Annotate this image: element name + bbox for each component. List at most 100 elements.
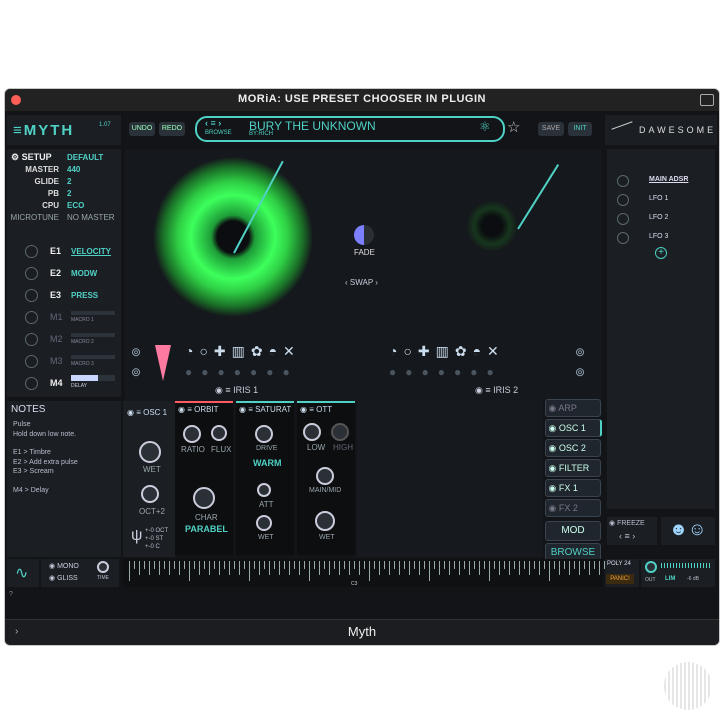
piano-key[interactable] <box>514 561 515 569</box>
piano-key[interactable] <box>489 561 490 581</box>
mainmid-knob[interactable] <box>316 467 334 485</box>
piano-key[interactable] <box>369 561 370 581</box>
swap-button[interactable]: ‹ SWAP › <box>345 278 378 287</box>
e2-source[interactable]: MODW <box>71 269 97 278</box>
osc-oct-knob[interactable] <box>141 485 159 503</box>
piano-key[interactable] <box>454 561 455 569</box>
osc-wet-knob[interactable] <box>139 441 161 463</box>
piano-key[interactable] <box>219 561 220 575</box>
osc-tune[interactable]: +-0 OCT +-0 ST +-0 C <box>145 527 168 551</box>
piano-key[interactable] <box>329 561 330 575</box>
preset-nav-icon[interactable]: ‹ ≡ › <box>205 118 221 128</box>
setup-value[interactable]: DEFAULT <box>67 153 103 162</box>
piano-key[interactable] <box>204 561 205 569</box>
piano-key[interactable] <box>364 561 365 569</box>
piano-key[interactable] <box>394 561 395 569</box>
piano-key[interactable] <box>184 561 185 569</box>
atom-icon[interactable]: ⚛ <box>479 119 491 135</box>
saturat-mode[interactable]: WARM <box>253 458 282 468</box>
piano-key[interactable] <box>144 561 145 569</box>
piano-key[interactable] <box>359 561 360 575</box>
piano-key[interactable] <box>494 561 495 569</box>
tab-osc2[interactable]: ◉ OSC 2 <box>545 439 601 457</box>
piano-key[interactable] <box>189 561 190 581</box>
piano-key[interactable] <box>244 561 245 569</box>
piano-key[interactable] <box>564 561 565 569</box>
setup-row[interactable]: PB 2 <box>7 189 121 201</box>
mod-toggle[interactable] <box>617 232 629 244</box>
piano-key[interactable] <box>539 561 540 575</box>
mod-toggle[interactable] <box>617 213 629 225</box>
macro2-slider[interactable] <box>71 333 115 337</box>
freeze-toggle[interactable]: ◉ FREEZE <box>609 519 645 527</box>
macro4-slider[interactable] <box>71 375 115 381</box>
piano-key[interactable] <box>324 561 325 569</box>
envelope-button[interactable]: ∿ <box>7 559 39 587</box>
piano-key[interactable] <box>599 561 600 575</box>
drive-knob[interactable] <box>255 425 273 443</box>
piano-key[interactable] <box>174 561 175 569</box>
orbit-title[interactable]: ◉ ≡ ORBIT <box>178 405 219 414</box>
iris1-mode-icons[interactable]: ◔○✚▥✿◓✕ <box>185 343 301 360</box>
piano-key[interactable] <box>439 561 440 575</box>
orbit-mode[interactable]: PARABEL <box>185 524 228 534</box>
undo-button[interactable]: UNDO <box>129 122 155 136</box>
char-knob[interactable] <box>193 487 215 509</box>
piano-key[interactable] <box>504 561 505 569</box>
piano-key[interactable] <box>274 561 275 569</box>
piano-key[interactable] <box>579 561 580 575</box>
piano-key[interactable] <box>534 561 535 569</box>
piano-key[interactable] <box>399 561 400 575</box>
piano-key[interactable] <box>499 561 500 575</box>
piano-key[interactable] <box>389 561 390 575</box>
piano-key[interactable] <box>154 561 155 569</box>
piano-key[interactable] <box>379 561 380 575</box>
piano-key[interactable] <box>524 561 525 569</box>
piano-key[interactable] <box>279 561 280 575</box>
redo-button[interactable]: REDO <box>159 122 185 136</box>
piano-key[interactable] <box>554 561 555 569</box>
saturat-wet-knob[interactable] <box>256 515 272 531</box>
piano-key[interactable] <box>159 561 160 575</box>
time-knob[interactable] <box>97 561 109 573</box>
piano-key[interactable] <box>139 561 140 575</box>
piano-key[interactable] <box>459 561 460 575</box>
piano-key[interactable] <box>134 561 135 569</box>
piano-key[interactable] <box>429 561 430 581</box>
piano-key[interactable] <box>319 561 320 575</box>
m1-toggle[interactable] <box>25 311 38 324</box>
piano-key[interactable] <box>254 561 255 569</box>
mono-toggle[interactable]: ◉ MONO <box>49 562 79 570</box>
piano-key[interactable] <box>344 561 345 569</box>
add-mod-button[interactable]: + <box>655 247 667 259</box>
setup-row[interactable]: GLIDE 2 <box>7 177 121 189</box>
out-knob[interactable] <box>645 561 657 573</box>
piano-key[interactable] <box>294 561 295 569</box>
gliss-toggle[interactable]: ◉ GLISS <box>49 574 78 582</box>
piano-key[interactable] <box>229 561 230 575</box>
piano-key[interactable] <box>234 561 235 569</box>
piano-key[interactable] <box>214 561 215 569</box>
piano-key[interactable] <box>464 561 465 569</box>
piano-key[interactable] <box>574 561 575 569</box>
piano-key[interactable] <box>354 561 355 569</box>
piano-key[interactable] <box>549 561 550 581</box>
e1-source[interactable]: VELOCITY <box>71 247 111 256</box>
help-icon[interactable]: ? <box>9 591 13 598</box>
piano-key[interactable] <box>259 561 260 575</box>
m4-toggle[interactable] <box>25 377 38 390</box>
ott-wet-knob[interactable] <box>315 511 335 531</box>
saturat-title[interactable]: ◉ ≡ SATURAT <box>239 405 291 414</box>
piano-key[interactable] <box>484 561 485 569</box>
iris2-mode-icons[interactable]: ◔○✚▥✿◓✕ <box>389 343 505 360</box>
high-knob[interactable] <box>331 423 349 441</box>
tab-fx1[interactable]: ◉ FX 1 <box>545 479 601 497</box>
macro3-slider[interactable] <box>71 355 115 359</box>
window-mode-icon[interactable] <box>700 94 714 106</box>
osc-title[interactable]: ◉ ≡ OSC 1 <box>127 408 167 417</box>
piano-key[interactable] <box>414 561 415 569</box>
mod-item-lfo3[interactable]: LFO 3 <box>649 233 668 240</box>
save-button[interactable]: SAVE <box>538 122 564 136</box>
iris1-visual[interactable] <box>153 157 313 317</box>
piano-key[interactable] <box>164 561 165 569</box>
